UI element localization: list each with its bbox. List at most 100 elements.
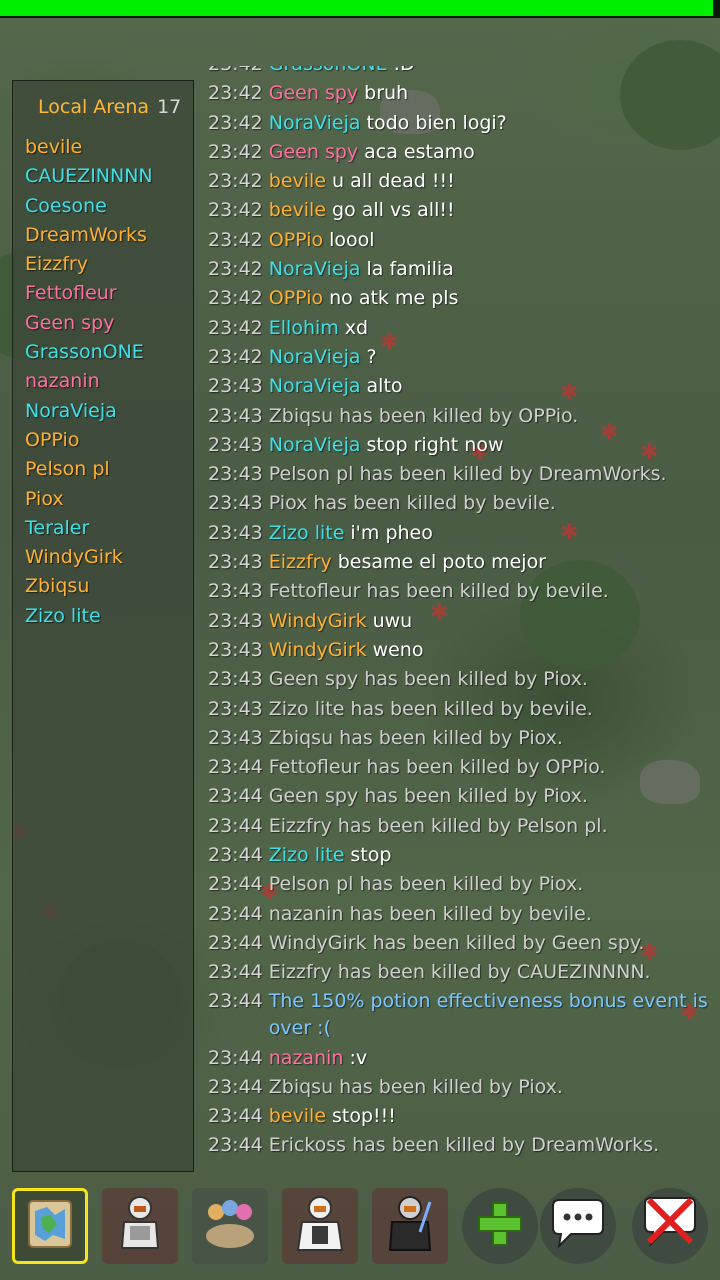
chat-player-name[interactable]: Geen spy: [269, 141, 358, 163]
chat-timestamp: 23:43: [208, 375, 263, 398]
chat-player-name[interactable]: NoraVieja: [269, 375, 361, 397]
chat-kill-notice: Eizzfry has been killed by CAUEZINNNN.: [268, 961, 651, 984]
chat-player-name[interactable]: bevile: [269, 1105, 326, 1127]
arena-player-item[interactable]: GrassonONE: [13, 338, 193, 367]
chat-player-name[interactable]: NoraVieja: [269, 346, 361, 368]
arena-player-item[interactable]: bevile: [13, 133, 193, 162]
arena-player-item[interactable]: Zbiqsu: [13, 572, 193, 601]
arena-player-item[interactable]: NoraVieja: [13, 397, 193, 426]
chat-player-name[interactable]: GrassonONE: [269, 66, 388, 75]
chat-player-name[interactable]: OPPio: [269, 287, 323, 309]
chat-message: 23:44 The 150% potion effectiveness bonus…: [208, 988, 708, 1044]
chat-player-name[interactable]: WindyGirk: [269, 639, 367, 661]
chat-player-name[interactable]: bevile: [269, 170, 326, 192]
chat-timestamp: 23:42: [208, 66, 263, 75]
chat-message: 23:44 Fettofleur has been killed by OPPio…: [208, 753, 708, 782]
arena-player-item[interactable]: Coesone: [13, 192, 193, 221]
arena-player-item[interactable]: DreamWorks: [13, 221, 193, 250]
chat-kill-notice: WindyGirk has been killed by Geen spy.: [268, 931, 645, 954]
chat-timestamp: 23:44: [208, 873, 263, 896]
chat-message: 23:42 OPPio loool: [208, 226, 708, 255]
chat-player-name[interactable]: WindyGirk: [269, 610, 367, 632]
chat-player-name[interactable]: Zizo lite: [269, 844, 345, 866]
arena-player-item[interactable]: nazanin: [13, 367, 193, 396]
chat-timestamp: 23:42: [208, 111, 263, 134]
arena-header: Local Arena 17: [13, 81, 193, 133]
chat-kill-notice: Fettofleur has been killed by OPPio.: [268, 756, 606, 779]
chat-message: 23:44 WindyGirk has been killed by Geen s…: [208, 929, 708, 958]
chat-player-name[interactable]: bevile: [269, 199, 326, 221]
arena-player-item[interactable]: OPPio: [13, 426, 193, 455]
arena-player-item[interactable]: Eizzfry: [13, 250, 193, 279]
chat-kill-notice: Zbiqsu has been killed by OPPio.: [268, 404, 579, 427]
action-toolbar: [0, 1180, 720, 1280]
chat-player-name[interactable]: Eizzfry: [269, 551, 332, 573]
chat-message: 23:43 WindyGirk uwu: [208, 607, 708, 636]
chat-text: stop: [350, 844, 392, 867]
chat-timestamp: 23:44: [208, 814, 263, 837]
chat-text: stop!!!: [332, 1105, 396, 1128]
arena-player-item[interactable]: Fettofleur: [13, 279, 193, 308]
character-slot-3[interactable]: [372, 1188, 448, 1264]
chat-message: 23:44 Geen spy has been killed by Piox.: [208, 782, 708, 811]
arena-player-item[interactable]: Pelson pl: [13, 455, 193, 484]
chat-player-name[interactable]: Zizo lite: [269, 522, 345, 544]
chat-message: 23:44 Erickoss has been killed by DreamWo…: [208, 1131, 708, 1160]
chat-message: 23:42 bevile u all dead !!!: [208, 167, 708, 196]
chat-text: ?: [366, 345, 377, 368]
chat-timestamp: 23:42: [208, 170, 263, 193]
character-slot-1[interactable]: [102, 1188, 178, 1264]
chat-message: 23:42 bevile go all vs all!!: [208, 196, 708, 225]
chat-kill-notice: Geen spy has been killed by Piox.: [268, 668, 588, 691]
arena-player-item[interactable]: Geen spy: [13, 309, 193, 338]
chat-timestamp: 23:44: [208, 1105, 263, 1128]
chat-text: :v: [349, 1046, 368, 1069]
character-slot-2[interactable]: [282, 1188, 358, 1264]
arena-player-item[interactable]: WindyGirk: [13, 543, 193, 572]
arena-player-item[interactable]: CAUEZINNNN: [13, 162, 193, 191]
chat-message: 23:42 GrassonONE:D: [208, 66, 708, 79]
chat-kill-notice: Piox has been killed by bevile.: [268, 492, 556, 515]
chat-timestamp: 23:42: [208, 287, 263, 310]
mute-chat-button[interactable]: [632, 1188, 708, 1264]
chat-timestamp: 23:43: [208, 609, 263, 632]
chat-timestamp: 23:44: [208, 931, 263, 954]
chat-message: 23:43 Zbiqsu has been killed by Piox.: [208, 724, 708, 753]
chat-timestamp: 23:43: [208, 463, 263, 486]
chat-player-name[interactable]: NoraVieja: [269, 434, 361, 456]
chat-message: 23:44 Eizzfry has been killed by Pelson p…: [208, 812, 708, 841]
chat-message: 23:43 Piox has been killed by bevile.: [208, 489, 708, 518]
chat-text: besame el poto mejor: [337, 551, 546, 574]
chat-timestamp: 23:42: [208, 228, 263, 251]
chat-message: 23:43 Pelson pl has been killed by DreamW…: [208, 460, 708, 489]
chat-player-name[interactable]: NoraVieja: [269, 112, 361, 134]
chat-player-name[interactable]: NoraVieja: [269, 258, 361, 280]
chat-player-name[interactable]: nazanin: [269, 1047, 344, 1069]
chat-player-name[interactable]: Ellohim: [269, 317, 339, 339]
chat-button[interactable]: [540, 1188, 616, 1264]
map-button[interactable]: [12, 1188, 88, 1264]
add-button[interactable]: [462, 1188, 538, 1264]
chat-timestamp: 23:43: [208, 404, 263, 427]
chat-timestamp: 23:44: [208, 1134, 263, 1157]
chat-timestamp: 23:44: [208, 785, 263, 808]
chat-message: 23:43 Zizo lite i'm pheo: [208, 519, 708, 548]
chat-player-name[interactable]: Geen spy: [269, 82, 358, 104]
chat-message: 23:43 Zizo lite has been killed by bevile…: [208, 695, 708, 724]
party-button[interactable]: [192, 1188, 268, 1264]
chat-kill-notice: Eizzfry has been killed by Pelson pl.: [268, 814, 608, 837]
health-bar: [0, 0, 720, 18]
chat-timestamp: 23:44: [208, 989, 263, 1012]
arena-player-item[interactable]: Piox: [13, 485, 193, 514]
chat-kill-notice: nazanin has been killed by bevile.: [268, 902, 592, 925]
chat-timestamp: 23:43: [208, 521, 263, 544]
chat-message: 23:43 NoraVieja stop right now: [208, 431, 708, 460]
chat-player-name[interactable]: OPPio: [269, 229, 323, 251]
arena-player-item[interactable]: Zizo lite: [13, 602, 193, 631]
chat-timestamp: 23:43: [208, 580, 263, 603]
arena-player-item[interactable]: Teraler: [13, 514, 193, 543]
map-scroll-icon: [21, 1195, 79, 1257]
chat-text: la familia: [366, 258, 454, 281]
chat-kill-notice: Zbiqsu has been killed by Piox.: [268, 726, 563, 749]
chat-kill-notice: Pelson pl has been killed by Piox.: [268, 873, 584, 896]
